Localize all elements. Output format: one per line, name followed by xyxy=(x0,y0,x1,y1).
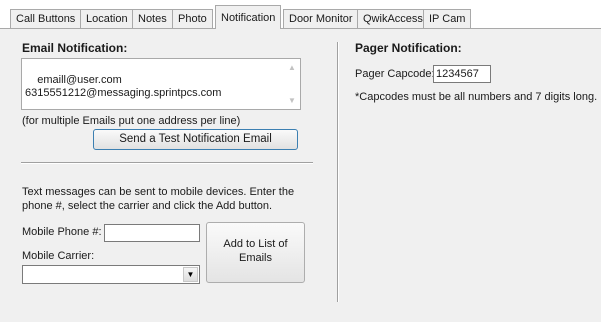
add-to-emails-button[interactable]: Add to List of Emails xyxy=(206,222,305,283)
tab-call-buttons[interactable]: Call Buttons xyxy=(10,9,82,28)
chevron-down-icon[interactable]: ▼ xyxy=(183,267,198,282)
mobile-phone-label: Mobile Phone #: xyxy=(22,226,102,238)
scroll-down-icon[interactable]: ▼ xyxy=(288,97,296,105)
send-test-email-button[interactable]: Send a Test Notification Email xyxy=(93,129,298,150)
mobile-carrier-select[interactable]: ▼ xyxy=(22,265,200,284)
section-divider xyxy=(21,162,313,164)
tab-notification[interactable]: Notification xyxy=(215,5,282,29)
mobile-phone-input[interactable] xyxy=(104,224,200,242)
tab-notes[interactable]: Notes xyxy=(132,9,173,28)
email-textarea-scrollbar[interactable]: ▲ ▼ xyxy=(283,59,300,109)
email-addresses-textarea[interactable]: emaill@user.com 6315551212@messaging.spr… xyxy=(21,58,301,110)
tab-photo[interactable]: Photo xyxy=(172,9,213,28)
tab-location[interactable]: Location xyxy=(80,9,134,28)
email-notification-heading: Email Notification: xyxy=(22,41,128,55)
tab-door-monitor[interactable]: Door Monitor xyxy=(283,9,359,28)
pager-capcode-label: Pager Capcode: xyxy=(355,68,435,80)
vertical-divider xyxy=(337,42,339,302)
tab-ip-cam[interactable]: IP Cam xyxy=(423,9,472,28)
pager-notification-heading: Pager Notification: xyxy=(355,41,462,55)
email-addresses-text: emaill@user.com 6315551212@messaging.spr… xyxy=(25,74,222,99)
mobile-carrier-label: Mobile Carrier: xyxy=(22,250,95,262)
sms-instructions: Text messages can be sent to mobile devi… xyxy=(22,186,295,212)
tab-qwikaccess[interactable]: QwikAccess xyxy=(357,9,429,28)
tab-strip: Call Buttons Location Notes Photo Notifi… xyxy=(0,0,601,29)
pager-capcode-input[interactable]: 1234567 xyxy=(433,65,491,83)
notification-panel: Email Notification: emaill@user.com 6315… xyxy=(0,28,601,322)
pager-capcode-note: *Capcodes must be all numbers and 7 digi… xyxy=(355,91,598,103)
scroll-up-icon[interactable]: ▲ xyxy=(288,64,296,72)
email-hint: (for multiple Emails put one address per… xyxy=(22,115,241,127)
